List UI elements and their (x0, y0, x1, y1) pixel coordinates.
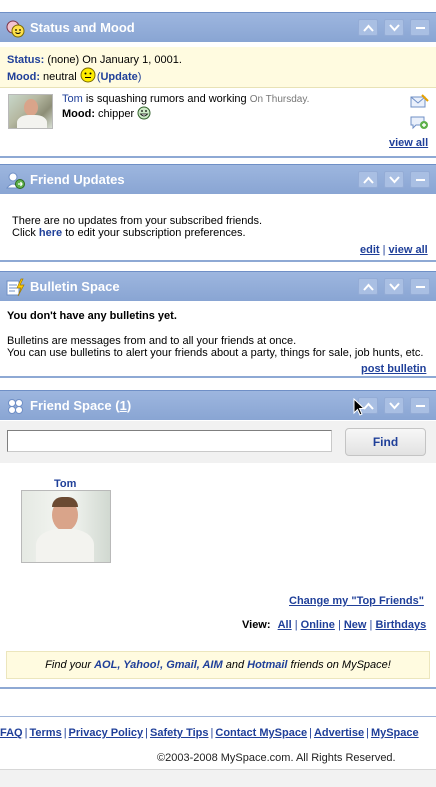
status-view-all-link[interactable]: view all (389, 137, 428, 149)
promo-and: and (225, 659, 245, 671)
promo-hotmail-link[interactable]: Hotmail (247, 659, 287, 671)
friend-name-link[interactable]: Tom (62, 93, 83, 105)
bulletin-space-module: Bulletin Space (0, 271, 436, 378)
footer-privacy-link[interactable]: Privacy Policy (69, 727, 144, 739)
friend-status-line: Tom is squashing rumors and working On T… (62, 93, 309, 105)
promo-prefix: Find your (45, 659, 92, 671)
change-top-friends-link[interactable]: Change my "Top Friends" (289, 595, 424, 607)
footer-contact-link[interactable]: Contact MySpace (215, 727, 307, 739)
friend-status-text: is squashing rumors and working (85, 93, 247, 105)
friend-updates-actions: edit | view all (360, 244, 428, 256)
no-updates-text: There are no updates from your subscribe… (12, 215, 263, 227)
status-line: Status: (none) On January 1, 0001. (7, 53, 429, 67)
friend-mood-label: Mood: (62, 108, 95, 120)
neutral-smiley-icon (80, 67, 96, 83)
view-online-link[interactable]: Online (301, 619, 335, 631)
bulletin-space-header: Bulletin Space (0, 271, 436, 301)
mood-face-icon (6, 19, 25, 38)
footer-links: FAQ | Terms | Privacy Policy | Safety Tips | Con… (0, 727, 419, 739)
bulletin-description: Bulletins are messages from and to all y… (7, 335, 423, 359)
view-all-friends-link[interactable]: All (278, 619, 292, 631)
bulletin-desc-1: Bulletins are messages from and to all y… (7, 335, 297, 347)
top-friend-photo[interactable] (21, 490, 111, 563)
footer-divider (0, 716, 436, 717)
promo-gmail-aim-link[interactable]: Gmail, AIM (166, 659, 222, 671)
footer-myspace-link[interactable]: MySpace (371, 727, 419, 739)
find-friends-promo: Find your AOL, Yahoo!, Gmail, AIM and Ho… (6, 651, 430, 679)
footer-terms-link[interactable]: Terms (29, 727, 61, 739)
move-up-button[interactable] (358, 19, 378, 36)
mood-label: Mood: (7, 71, 40, 83)
my-status-bar: Status: (none) On January 1, 0001. Mood:… (0, 47, 436, 88)
friend-thumbnail[interactable] (8, 94, 53, 129)
post-bulletin-link[interactable]: post bulletin (361, 363, 426, 375)
promo-suffix: friends on MySpace! (290, 659, 391, 671)
minimize-button[interactable] (410, 397, 430, 414)
friend-space-header: Friend Space (1) (0, 390, 436, 420)
view-label: View: (242, 619, 271, 631)
friend-updates-title: Friend Updates (30, 172, 125, 187)
bulletin-space-title: Bulletin Space (30, 279, 120, 294)
subscription-text: to edit your subscription preferences. (65, 227, 246, 239)
friend-updates-message: There are no updates from your subscribe… (12, 215, 262, 239)
footer-advertise-link[interactable]: Advertise (314, 727, 364, 739)
copyright-text: ©2003-2008 MySpace.com. All Rights Reser… (157, 752, 396, 764)
edit-updates-link[interactable]: edit (360, 244, 380, 256)
separator: | (382, 244, 386, 256)
mood-line: Mood: neutral (Update) (7, 67, 429, 84)
updates-view-all-link[interactable]: view all (389, 244, 428, 256)
move-down-button[interactable] (384, 171, 404, 188)
friend-space-title: Friend Space (1) (30, 398, 131, 413)
move-down-button[interactable] (384, 397, 404, 414)
click-text: Click (12, 227, 36, 239)
update-mood-link[interactable]: Update (100, 71, 137, 83)
move-up-button[interactable] (358, 278, 378, 295)
find-button[interactable]: Find (345, 428, 426, 456)
friend-updates-icon (5, 171, 25, 190)
minimize-button[interactable] (410, 171, 430, 188)
footer-faq-link[interactable]: FAQ (0, 727, 23, 739)
minimize-button[interactable] (410, 19, 430, 36)
move-down-button[interactable] (384, 278, 404, 295)
bulletin-icon (6, 278, 25, 297)
chipper-smiley-icon (137, 106, 151, 120)
view-filter-line: View: All | Online | New | Birthdays (242, 619, 427, 631)
view-birthdays-link[interactable]: Birthdays (375, 619, 426, 631)
mouse-cursor-icon (353, 397, 366, 419)
no-bulletins-text: You don't have any bulletins yet. (7, 310, 177, 322)
friend-space-title-text: Friend Space ( (30, 398, 120, 413)
subscription-line: Click here to edit your subscription pre… (12, 227, 262, 239)
footer-bottom-strip (0, 769, 436, 787)
view-new-link[interactable]: New (344, 619, 367, 631)
friend-mood-value: chipper (98, 108, 135, 120)
minimize-button[interactable] (410, 278, 430, 295)
status-label: Status: (7, 54, 45, 66)
friend-status-time: On Thursday. (249, 94, 310, 105)
friend-updates-header: Friend Updates (0, 164, 436, 194)
friend-count-link[interactable]: 1 (120, 398, 127, 413)
move-up-button[interactable] (358, 171, 378, 188)
bulletin-desc-2: You can use bulletins to alert your frie… (7, 347, 424, 359)
top-friend-name-link[interactable]: Tom (54, 478, 76, 490)
mood-value: neutral (43, 71, 77, 83)
status-mood-title: Status and Mood (30, 20, 135, 35)
friends-icon (6, 397, 25, 416)
friend-search-input[interactable] (7, 430, 332, 452)
friend-space-title-close: ) (126, 398, 132, 413)
status-mood-header: Status and Mood (0, 12, 436, 42)
subscription-here-link[interactable]: here (39, 227, 62, 239)
update-close: ) (137, 71, 142, 83)
friend-mood-line: Mood: chipper (62, 106, 151, 120)
move-down-button[interactable] (384, 19, 404, 36)
promo-aol-yahoo-link[interactable]: AOL, Yahoo!, (94, 659, 163, 671)
comment-icon[interactable] (410, 115, 429, 133)
footer-safety-link[interactable]: Safety Tips (150, 727, 209, 739)
send-message-icon[interactable] (410, 94, 429, 112)
status-text: (none) On January 1, 0001. (47, 54, 182, 66)
